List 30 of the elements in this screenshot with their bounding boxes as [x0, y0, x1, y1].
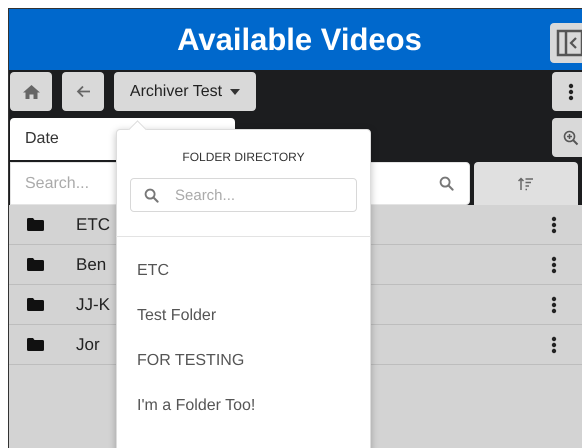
more-icon[interactable] — [568, 82, 574, 100]
folder-icon — [27, 338, 44, 351]
popup-title: FOLDER DIRECTORY — [181, 150, 306, 164]
folder-search-field[interactable]: Search... — [130, 178, 357, 212]
folder-option[interactable]: ETC — [116, 248, 371, 293]
folder-option[interactable]: Test Folder — [116, 293, 371, 338]
zoom-in-icon — [562, 130, 578, 146]
caret-icon — [230, 88, 240, 94]
folder-option[interactable]: I'm a Folder Too! — [116, 383, 371, 428]
folder-icon — [27, 298, 44, 311]
back-button[interactable] — [62, 72, 104, 111]
more-icon[interactable] — [551, 216, 557, 234]
collapse-panel-button[interactable] — [550, 22, 582, 62]
collapse-panel-icon — [556, 28, 582, 56]
home-button[interactable] — [10, 72, 52, 111]
more-icon[interactable] — [551, 296, 557, 314]
more-icon[interactable] — [551, 256, 557, 274]
folder-icon — [27, 218, 44, 231]
folder-icon — [27, 258, 44, 271]
page-title: Available Videos — [176, 22, 423, 58]
zoom-button[interactable] — [552, 118, 582, 157]
more-button[interactable] — [552, 72, 582, 111]
folder-dropdown-button[interactable]: Archiver Test — [114, 72, 256, 111]
folder-option[interactable]: FOR TESTING — [116, 338, 371, 383]
sort-icon — [518, 176, 534, 190]
search-icon — [439, 176, 454, 191]
home-icon — [22, 84, 40, 98]
back-arrow-icon — [76, 85, 90, 98]
more-icon[interactable] — [551, 336, 557, 354]
search-icon — [144, 188, 159, 203]
